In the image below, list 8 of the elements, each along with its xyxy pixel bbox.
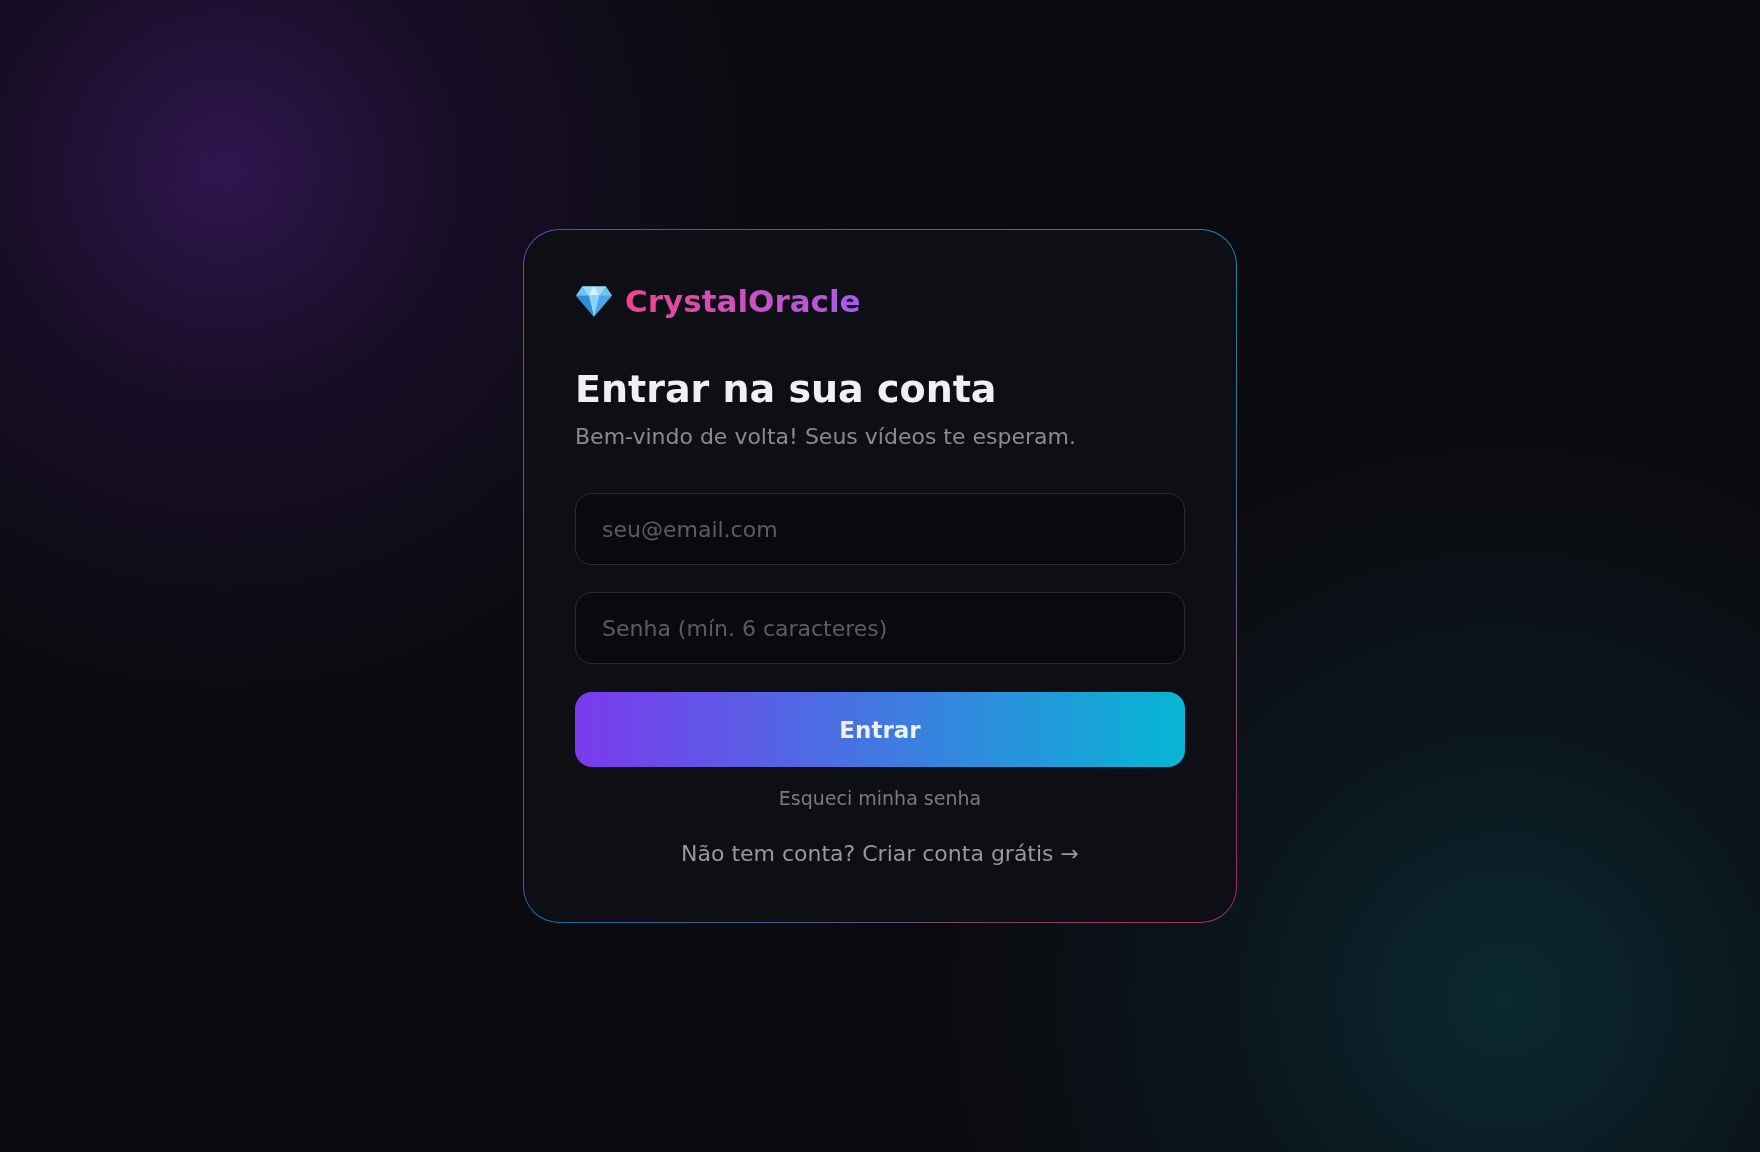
subtitle-text: Bem-vindo de volta! Seus vídeos te esperam. xyxy=(575,423,1077,451)
diamond-icon xyxy=(575,285,613,318)
input-field[interactable]: Senha (mín. 6 caracteres) xyxy=(575,592,1185,664)
page-heading: Entrar na sua conta xyxy=(575,367,998,412)
submit-button[interactable]: Entrar xyxy=(575,692,1185,767)
forgot-password-link[interactable]: Esqueci minha senha xyxy=(778,786,982,811)
input-field[interactable]: seu@email.com xyxy=(575,493,1185,565)
signup-link[interactable]: Não tem conta? Criar conta grátis → xyxy=(681,839,1079,868)
